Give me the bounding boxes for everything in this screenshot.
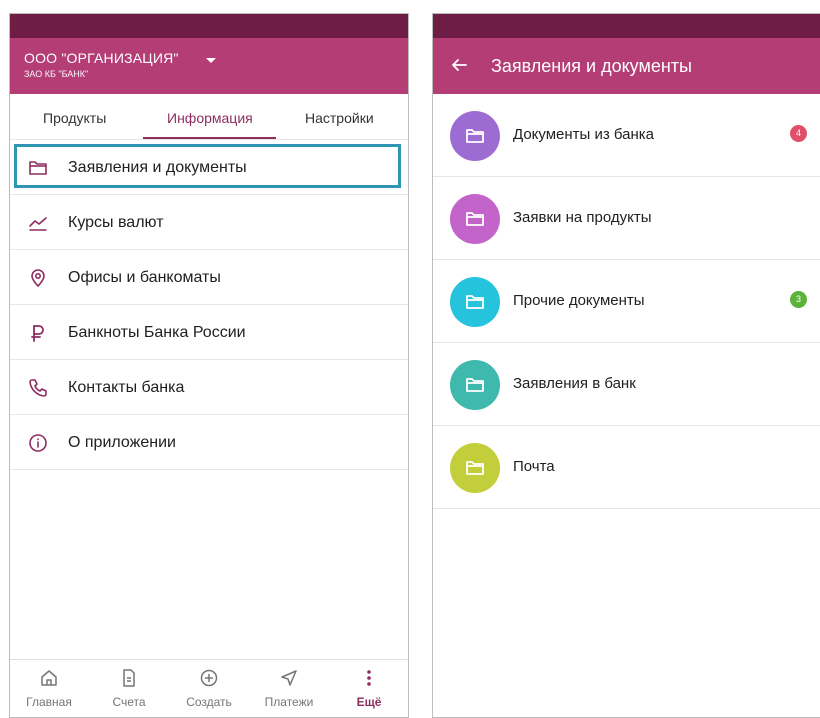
plus-circle-icon: [200, 669, 218, 687]
page-title: Заявления и документы: [491, 56, 692, 76]
nav-accounts[interactable]: Счета: [94, 668, 164, 709]
location-icon: [31, 269, 45, 288]
org-name: ООО "ОРГАНИЗАЦИЯ": [24, 50, 179, 66]
app-bar: Заявления и документы: [433, 38, 820, 94]
trend-icon: [29, 217, 47, 231]
tab-information[interactable]: Информация: [167, 110, 253, 126]
list-item-label: Прочие документы: [513, 292, 645, 309]
menu-item-label: Курсы валют: [68, 214, 164, 231]
menu-item-banknotes[interactable]: Банкноты Банка России: [10, 305, 408, 360]
menu-item-label: Банкноты Банка России: [68, 324, 246, 341]
nav-payments[interactable]: Платежи: [254, 668, 324, 709]
menu-item-about-app[interactable]: О приложении: [10, 415, 408, 470]
list-item-label: Почта: [513, 458, 555, 475]
folder-avatar: [450, 277, 500, 327]
folder-avatar: [450, 194, 500, 244]
folder-icon: [466, 378, 484, 392]
nav-more[interactable]: Ещё: [334, 668, 404, 709]
folder-avatar: [450, 360, 500, 410]
menu-item-exchange-rates[interactable]: Курсы валют: [10, 195, 408, 250]
document-icon: [123, 669, 135, 687]
nav-home[interactable]: Главная: [14, 668, 84, 709]
status-bar: [10, 14, 408, 38]
folder-icon: [466, 461, 484, 475]
status-bar: [433, 14, 820, 38]
nav-label: Создать: [186, 695, 232, 709]
list-item-other-documents[interactable]: Прочие документы 3: [433, 260, 820, 343]
menu-item-label: Офисы и банкоматы: [68, 269, 221, 286]
count-badge: 4: [790, 125, 807, 142]
menu-item-bank-contacts[interactable]: Контакты банка: [10, 360, 408, 415]
org-header[interactable]: ООО "ОРГАНИЗАЦИЯ" ЗАО КБ "БАНК": [10, 38, 408, 94]
nav-label: Главная: [26, 695, 72, 709]
home-icon: [41, 670, 57, 686]
menu-item-label: Заявления и документы: [68, 159, 247, 176]
tab-settings[interactable]: Настройки: [305, 110, 374, 126]
ruble-icon: [31, 325, 44, 342]
active-tab-indicator: [143, 137, 276, 139]
chevron-down-icon[interactable]: [206, 58, 216, 63]
nav-label: Платежи: [264, 695, 314, 709]
bottom-navigation: Главная Счета Создать Платежи Ещё: [10, 659, 408, 717]
nav-create[interactable]: Создать: [174, 668, 244, 709]
list-item-product-requests[interactable]: Заявки на продукты: [433, 177, 820, 260]
list-item-mail[interactable]: Почта: [433, 426, 820, 509]
tab-bar: Продукты Информация Настройки: [10, 94, 408, 140]
list-item-label: Заявки на продукты: [513, 209, 652, 226]
list-item-label: Заявления в банк: [513, 375, 636, 392]
right-screen: Заявления и документы Документы из банка…: [432, 13, 820, 718]
menu-item-offices-atms[interactable]: Офисы и банкоматы: [10, 250, 408, 305]
send-icon: [281, 670, 297, 686]
menu-item-label: О приложении: [68, 434, 176, 451]
folder-icon: [466, 295, 484, 309]
menu-item-applications-documents[interactable]: Заявления и документы: [10, 140, 408, 195]
info-menu: Заявления и документы Курсы валют Офисы …: [10, 140, 408, 470]
count-badge: 3: [790, 291, 807, 308]
tab-products[interactable]: Продукты: [43, 110, 106, 126]
info-icon: [29, 434, 47, 452]
list-item-label: Документы из банка: [513, 126, 655, 143]
folder-avatar: [450, 111, 500, 161]
nav-label: Ещё: [356, 695, 382, 709]
nav-label: Счета: [112, 695, 146, 709]
folder-icon: [466, 212, 484, 226]
phone-icon: [29, 379, 47, 397]
folder-icon: [29, 161, 47, 175]
folder-avatar: [450, 443, 500, 493]
back-arrow-icon[interactable]: [450, 56, 468, 74]
more-vertical-icon: [367, 670, 371, 686]
left-screen: ООО "ОРГАНИЗАЦИЯ" ЗАО КБ "БАНК" Продукты…: [9, 13, 409, 718]
menu-item-label: Контакты банка: [68, 379, 185, 396]
folder-icon: [466, 129, 484, 143]
list-item-bank-documents[interactable]: Документы из банка 4: [433, 94, 820, 177]
bank-name: ЗАО КБ "БАНК": [24, 69, 89, 79]
list-item-bank-applications[interactable]: Заявления в банк: [433, 343, 820, 426]
